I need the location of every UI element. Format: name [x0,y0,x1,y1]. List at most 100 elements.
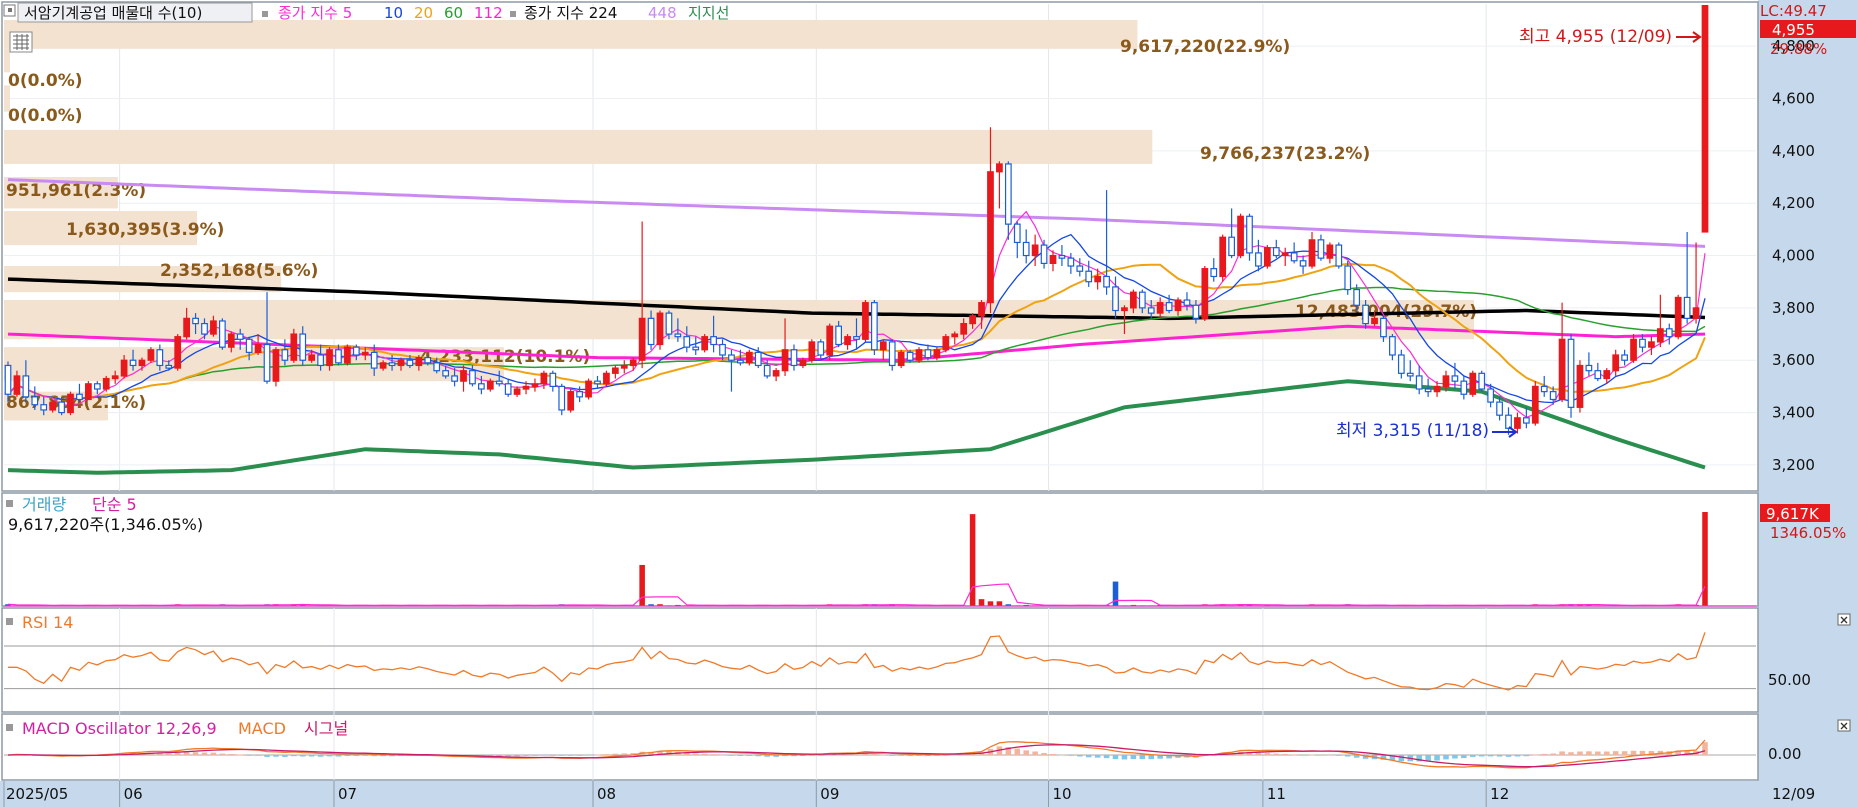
candle-up [942,336,950,351]
rsi-title: RSI 14 [22,613,73,632]
table-grid-icon[interactable] [9,31,33,53]
macd-oscillator-bar [1327,754,1333,756]
candle-up [1219,236,1227,278]
macd-oscillator-bar [335,755,342,757]
macd-oscillator-bar [1291,754,1297,756]
candle-down [1496,401,1503,416]
candle-up [1514,417,1521,429]
candle-down [1317,239,1325,259]
macd-oscillator-bar [1318,754,1324,756]
volume-toggle[interactable] [6,500,13,507]
price-axis: 3,200 3,400 3,600 3,800 4,000 4,200 4,400 4,600… [1772,37,1815,474]
candle-up [531,383,539,388]
macd-oscillator-bar [603,754,610,755]
candle-up [1031,244,1039,257]
candle-down [1165,302,1173,312]
price-tick-label: 4,000 [1772,247,1815,265]
high-arrow [1676,31,1702,43]
candle-up [486,380,494,390]
volume-bars [4,512,1756,607]
volume-ma-line [7,583,1706,606]
macd-oscillator-bar [308,755,315,757]
price-tick-label: 3,800 [1772,299,1815,317]
macd-oscillator-bar [1541,753,1548,755]
macd-oscillator-bar [1398,755,1405,762]
candle-down [1406,372,1414,377]
macd-oscillator-bar [1550,753,1556,755]
candle-down [1594,370,1602,380]
candle-up [996,163,1003,173]
macd-oscillator-bar [183,752,190,755]
candle-down [40,404,48,411]
candle-down [1397,354,1405,374]
candle-up [879,341,887,351]
candle-down [1103,275,1110,288]
macd-label: MACD [238,719,286,738]
candle-up [978,302,985,317]
candle-down [1487,388,1495,403]
time-tick-label: 2025/05 [6,785,68,803]
candle-up [397,359,405,367]
candle-down [1665,328,1673,338]
candle-down [218,320,226,348]
candle-down [1067,257,1075,267]
macd-level-label: 0.00 [1768,745,1801,763]
macd-oscillator-bar [1139,755,1146,760]
macd-oscillator-bar [174,753,181,755]
candle-down [737,359,744,364]
candle-up [567,391,575,411]
time-tick-label: 08 [597,785,616,803]
candle-up [629,359,637,367]
candle-up [1237,215,1244,257]
macd-oscillator-bar [273,755,279,757]
legend-ma20: 20 [414,4,433,22]
candle-up [701,336,709,351]
candle-up [1371,317,1378,325]
candle-down [888,341,896,367]
candle-down [236,333,244,340]
candle-down [317,354,324,367]
candle-down [1639,338,1646,348]
candle-up [138,359,146,367]
signal-path [7,744,1706,768]
candle-down [469,370,476,385]
candle-down [433,362,441,372]
volume-profile-label: 1,630,395(3.9%) [66,220,224,240]
legend-toggle-ma[interactable] [262,11,268,17]
candle-up [361,351,369,356]
candle-down [1076,265,1084,272]
candle-up [826,325,834,356]
candle-down [299,333,307,361]
stock-chart-window: 9,617,220(22.9%) 0(0.0%) 0(0.0%) 9,766,237(… [0,0,1858,807]
macd-oscillator-bar [550,755,556,756]
macd-oscillator-bar [880,754,887,756]
volume-bar [1702,512,1708,606]
candle-down [1549,391,1557,401]
macd-oscillator-bar [567,755,574,756]
legend-toggle-ma224[interactable] [510,11,516,17]
macd-oscillator-bar [943,755,949,756]
candle-down [692,346,700,351]
macd-oscillator-bar [1041,753,1047,755]
macd-oscillator-bar [326,755,333,757]
macd-oscillator-bar [1130,755,1137,760]
candle-down [1210,268,1218,278]
volume-right-pct: 1346.05% [1770,524,1846,542]
macd-oscillator-bar [344,755,351,757]
macd-oscillator-bar [228,753,235,755]
candle-up [513,388,521,395]
candle-up [85,383,92,401]
candle-down [281,349,289,361]
macd-oscillator-bar [621,753,628,755]
candle-down [201,322,208,335]
candle-down [1246,215,1253,254]
rsi-toggle[interactable] [6,618,13,625]
macd-toggle[interactable] [6,724,13,731]
macd-oscillator-bar [201,752,208,755]
candle-up [1674,296,1682,338]
chart-canvas: 9,617,220(22.9%) 0(0.0%) 0(0.0%) 9,766,237(… [0,0,1858,807]
macd-oscillator-bar [219,753,226,755]
macd-oscillator-bar [541,754,547,756]
price-tick-label: 3,600 [1772,351,1815,369]
candle-down [156,349,164,367]
